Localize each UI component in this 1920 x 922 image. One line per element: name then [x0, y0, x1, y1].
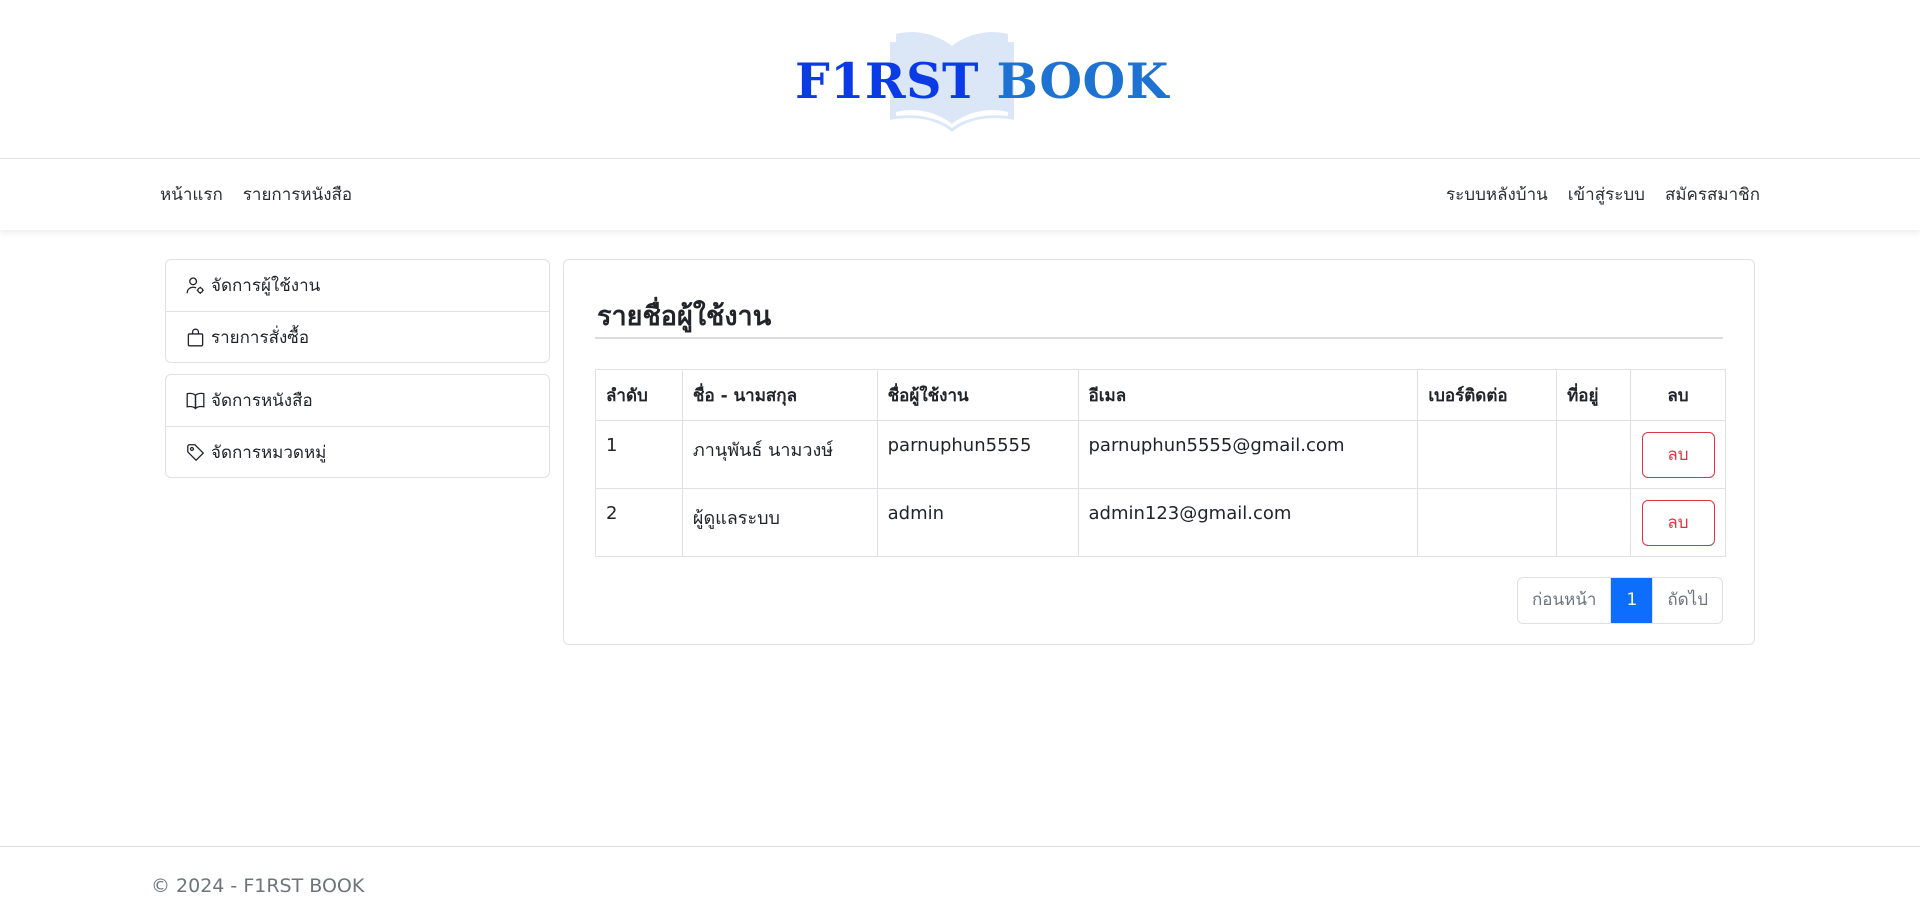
cell-no: 1 — [595, 420, 683, 489]
sidebar-item-orders[interactable]: รายการสั่งซื้อ — [166, 311, 549, 362]
column-header-delete: ลบ — [1630, 369, 1726, 421]
sidebar-item-manage-users[interactable]: จัดการผู้ใช้งาน — [166, 260, 549, 311]
cell-address — [1556, 420, 1631, 489]
cell-fullname: ผู้ดูแลระบบ — [681, 488, 878, 557]
site-logo[interactable]: F1RST BOOK — [795, 26, 1168, 134]
column-header-address: ที่อยู่ — [1556, 369, 1631, 421]
nav-link-login[interactable]: เข้าสู่ระบบ — [1568, 181, 1645, 208]
delete-user-button[interactable]: ลบ — [1641, 431, 1715, 478]
pagination-prev-button[interactable]: ก่อนหน้า — [1518, 578, 1610, 623]
column-header-no: ลำดับ — [595, 369, 683, 421]
pagination-page-current[interactable]: 1 — [1610, 578, 1653, 623]
brand-name: F1RST BOOK — [795, 52, 1169, 110]
cell-email: admin123@gmail.com — [1077, 488, 1419, 557]
pagination: ก่อนหน้า 1 ถัดไป — [1516, 577, 1723, 624]
column-header-phone: เบอร์ติดต่อ — [1417, 369, 1558, 421]
tag-icon — [187, 443, 205, 461]
cell-phone — [1417, 488, 1558, 557]
cell-address — [1556, 488, 1631, 557]
column-header-fullname: ชื่อ - นามสกุล — [681, 369, 878, 421]
table-header-row: ลำดับ ชื่อ - นามสกุล ชื่อผู้ใช้งาน อีเมล… — [595, 369, 1726, 421]
pagination-next-button[interactable]: ถัดไป — [1652, 578, 1722, 623]
cell-username: parnuphun5555 — [876, 420, 1079, 489]
nav-link-book-list[interactable]: รายการหนังสือ — [243, 181, 352, 208]
sidebar-group-users: จัดการผู้ใช้งาน รายการสั่งซื้อ — [165, 259, 550, 363]
column-header-email: อีเมล — [1077, 369, 1419, 421]
column-header-username: ชื่อผู้ใช้งาน — [876, 369, 1079, 421]
delete-user-button[interactable]: ลบ — [1641, 499, 1715, 546]
sidebar-group-catalog: จัดการหนังสือ จัดการหมวดหมู่ — [165, 374, 550, 478]
nav-link-backoffice[interactable]: ระบบหลังบ้าน — [1446, 181, 1548, 208]
brand-name-part1: F1RST — [795, 52, 979, 110]
cell-username: admin — [876, 488, 1079, 557]
brand-name-part2: BOOK — [996, 52, 1169, 110]
sidebar-item-label: จัดการหมวดหมู่ — [211, 442, 327, 463]
main-navbar: หน้าแรก รายการหนังสือ ระบบหลังบ้าน เข้าส… — [0, 159, 1920, 230]
nav-link-home[interactable]: หน้าแรก — [160, 181, 223, 208]
cell-delete: ลบ — [1630, 488, 1726, 557]
cell-email: parnuphun5555@gmail.com — [1077, 420, 1419, 489]
sidebar-item-manage-categories[interactable]: จัดการหมวดหมู่ — [166, 426, 549, 477]
nav-right-links: ระบบหลังบ้าน เข้าสู่ระบบ สมัครสมาชิก — [1446, 159, 1760, 230]
cell-no: 2 — [595, 488, 683, 557]
sidebar-item-label: จัดการหนังสือ — [211, 391, 313, 411]
title-divider — [595, 337, 1723, 339]
cell-phone — [1417, 420, 1558, 489]
table-row: 1 ภานุพันธ์ นามวงษ์ parnuphun5555 parnup… — [595, 420, 1726, 489]
book-icon — [186, 392, 205, 410]
sidebar-item-manage-books[interactable]: จัดการหนังสือ — [166, 375, 549, 426]
sidebar-item-label: จัดการผู้ใช้งาน — [211, 276, 321, 296]
admin-sidebar: จัดการผู้ใช้งาน รายการสั่งซื้อ จัดการหนั… — [165, 259, 550, 489]
cell-delete: ลบ — [1630, 420, 1726, 489]
cell-fullname: ภานุพันธ์ นามวงษ์ — [681, 420, 878, 489]
footer-copyright: © 2024 - F1RST BOOK — [151, 875, 365, 897]
site-footer: © 2024 - F1RST BOOK — [0, 846, 1920, 922]
person-gear-icon — [186, 277, 204, 294]
site-header: F1RST BOOK — [0, 0, 1920, 159]
sidebar-item-label: รายการสั่งซื้อ — [211, 327, 310, 348]
nav-left-links: หน้าแรก รายการหนังสือ — [160, 159, 352, 230]
users-card: รายชื่อผู้ใช้งาน ลำดับ ชื่อ - นามสกุล ชื… — [563, 259, 1755, 645]
nav-link-register[interactable]: สมัครสมาชิก — [1665, 181, 1760, 208]
table-row: 2 ผู้ดูแลระบบ admin admin123@gmail.com ล… — [595, 488, 1726, 557]
page-title: รายชื่อผู้ใช้งาน — [597, 301, 772, 332]
bag-icon — [187, 328, 204, 346]
users-table: ลำดับ ชื่อ - นามสกุล ชื่อผู้ใช้งาน อีเมล… — [595, 369, 1726, 557]
